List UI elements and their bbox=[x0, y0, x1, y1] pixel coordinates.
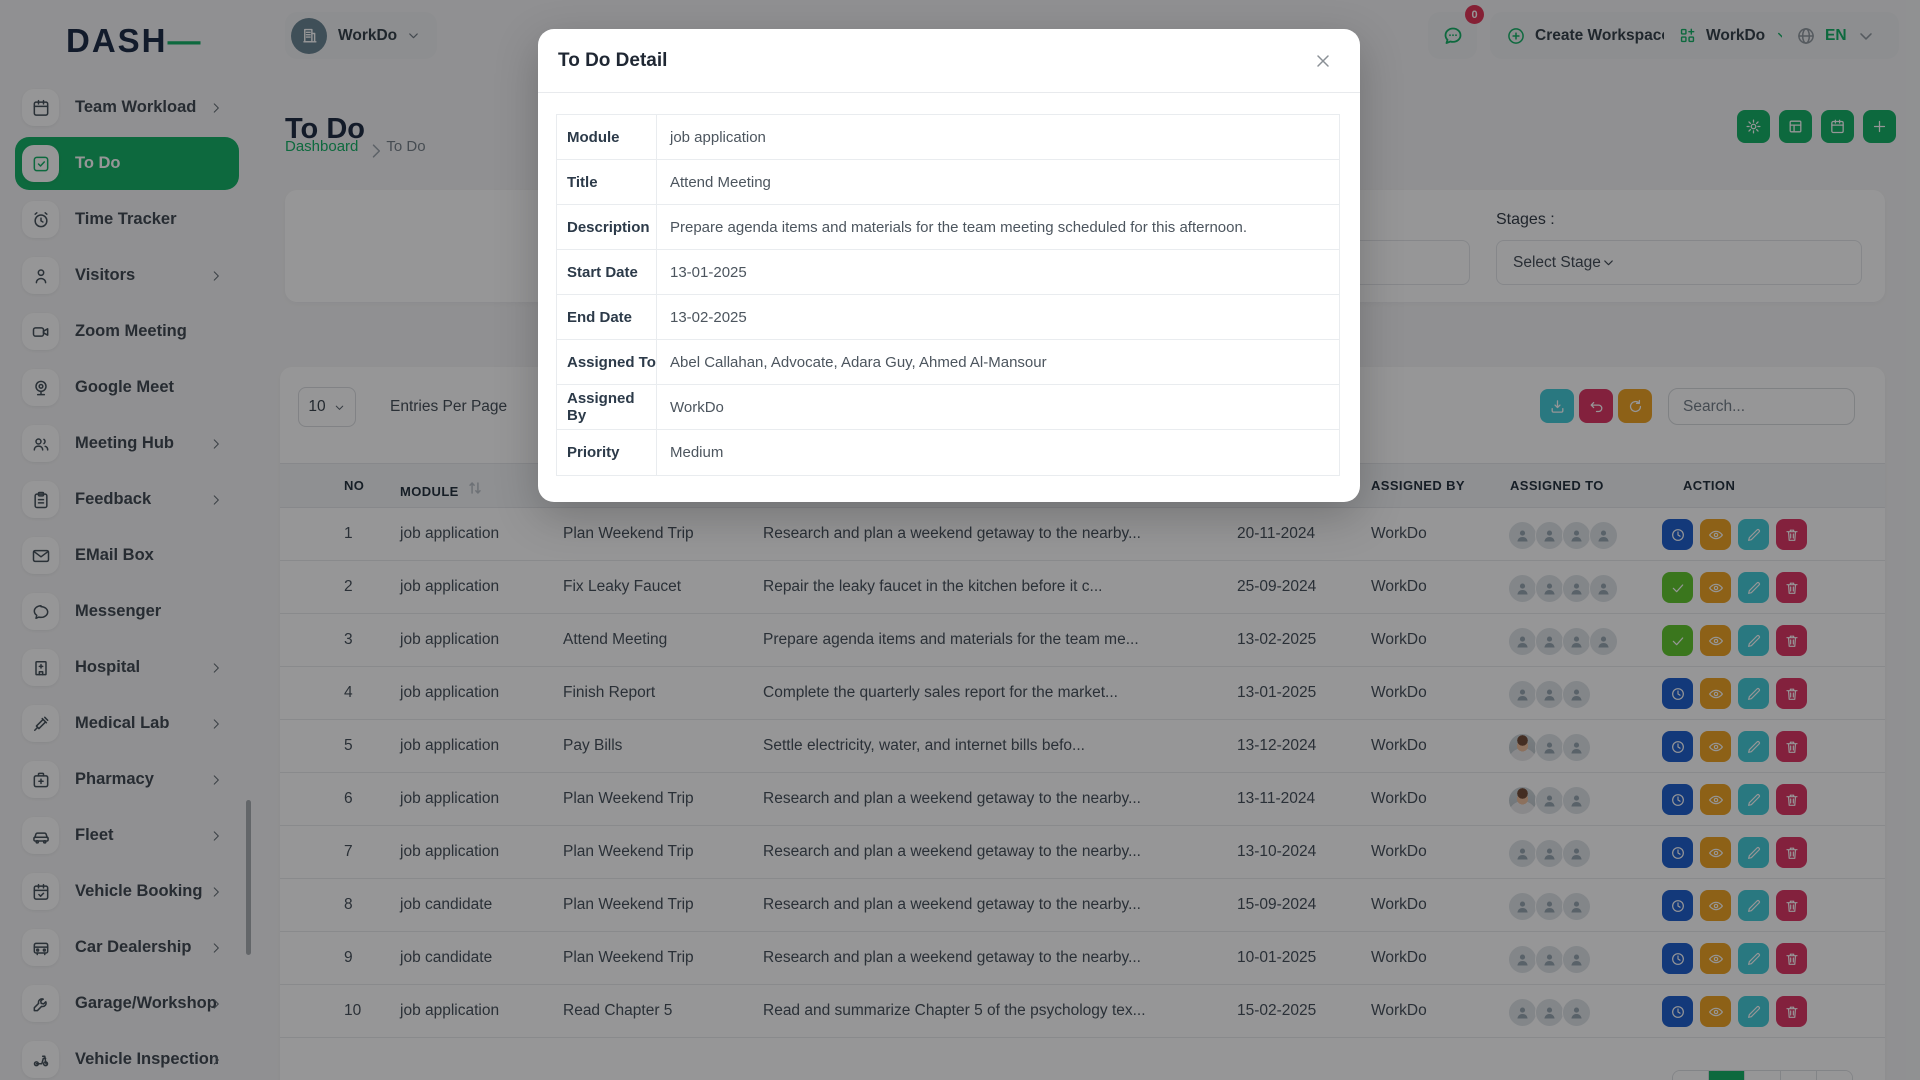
modal-title: To Do Detail bbox=[558, 50, 667, 72]
x-icon bbox=[1313, 51, 1333, 71]
detail-label: Description bbox=[557, 205, 657, 249]
detail-value: Medium bbox=[657, 430, 1339, 475]
detail-value: job application bbox=[657, 115, 1339, 159]
detail-row: Assigned ToAbel Callahan, Advocate, Adar… bbox=[557, 340, 1339, 385]
detail-row: Assigned ByWorkDo bbox=[557, 385, 1339, 430]
detail-label: Assigned To bbox=[557, 340, 657, 384]
detail-row: TitleAttend Meeting bbox=[557, 160, 1339, 205]
detail-label: Title bbox=[557, 160, 657, 204]
detail-value: 13-02-2025 bbox=[657, 295, 1339, 339]
detail-row: DescriptionPrepare agenda items and mate… bbox=[557, 205, 1339, 250]
detail-label: Start Date bbox=[557, 250, 657, 294]
detail-value: Abel Callahan, Advocate, Adara Guy, Ahme… bbox=[657, 340, 1339, 384]
detail-row: End Date13-02-2025 bbox=[557, 295, 1339, 340]
close-button[interactable] bbox=[1312, 50, 1334, 72]
modal-detail-table: Modulejob applicationTitleAttend Meeting… bbox=[556, 114, 1340, 476]
detail-row: Start Date13-01-2025 bbox=[557, 250, 1339, 295]
detail-label: End Date bbox=[557, 295, 657, 339]
app-window: DASH— Team WorkloadTo DoTime TrackerVisi… bbox=[0, 0, 1920, 1080]
detail-value: Prepare agenda items and materials for t… bbox=[657, 205, 1339, 249]
todo-detail-modal: To Do Detail Modulejob applicationTitleA… bbox=[538, 29, 1360, 502]
detail-label: Assigned By bbox=[557, 385, 657, 429]
detail-value: 13-01-2025 bbox=[657, 250, 1339, 294]
detail-value: Attend Meeting bbox=[657, 160, 1339, 204]
detail-label: Module bbox=[557, 115, 657, 159]
detail-row: PriorityMedium bbox=[557, 430, 1339, 475]
detail-row: Modulejob application bbox=[557, 115, 1339, 160]
modal-header: To Do Detail bbox=[538, 29, 1360, 93]
detail-value: WorkDo bbox=[657, 385, 1339, 429]
detail-label: Priority bbox=[557, 430, 657, 475]
